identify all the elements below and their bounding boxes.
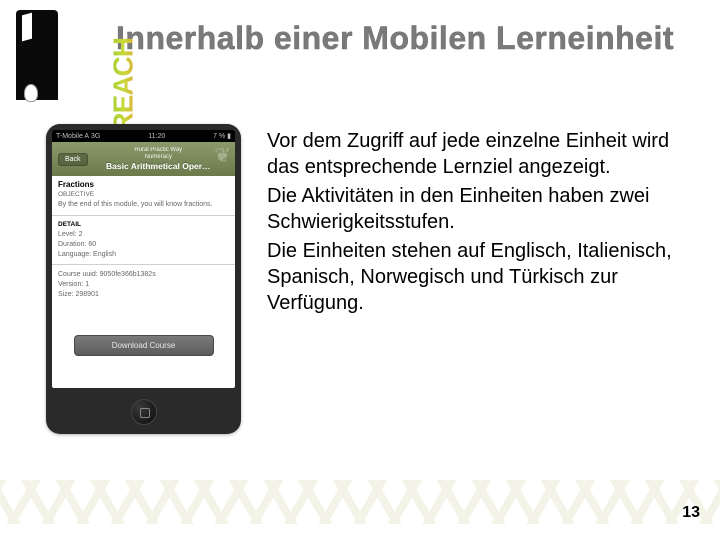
nav-subtitle-top: Rural Practic Way: [88, 147, 229, 154]
paragraph-2: Die Aktivitäten in den Einheiten haben z…: [267, 183, 686, 236]
course-version: Version: 1: [58, 280, 229, 289]
phone-screen: T-Mobile A 3G 11:20 7 % ▮ Back Rural Pra…: [52, 130, 235, 388]
logo-brand-text: REACH: [108, 38, 140, 133]
download-course-button[interactable]: Download Course: [74, 335, 214, 356]
section-fractions: Fractions OBJECTIVE By the end of this m…: [52, 176, 235, 216]
detail-level: Level: 2: [58, 230, 229, 239]
nav-title-block: Rural Practic Way Numeracy Basic Arithme…: [88, 147, 229, 172]
phone-mockup: T-Mobile A 3G 11:20 7 % ▮ Back Rural Pra…: [46, 124, 241, 434]
paragraph-3: Die Einheiten stehen auf Englisch, Itali…: [267, 238, 686, 317]
page-number: 13: [682, 504, 700, 522]
section-detail: DETAIL Level: 2 Duration: 60 Language: E…: [52, 216, 235, 266]
wheat-icon: ❦: [214, 146, 231, 166]
slide-title: Innerhalb einer Mobilen Lerneinheit: [110, 10, 674, 58]
detail-label: DETAIL: [58, 221, 229, 229]
reach-logo: REACH: [10, 10, 110, 110]
status-time: 11:20: [148, 133, 165, 140]
course-uuid: Course uuid: 9050fe366b1382s: [58, 270, 229, 279]
section-meta: Course uuid: 9050fe366b1382s Version: 1 …: [52, 265, 235, 304]
status-battery: 7 % ▮: [213, 132, 231, 140]
status-carrier: T-Mobile A 3G: [56, 133, 100, 140]
paragraph-1: Vor dem Zugriff auf jede einzelne Einhei…: [267, 128, 686, 181]
phone-nav-bar: Back Rural Practic Way Numeracy Basic Ar…: [52, 142, 235, 176]
fractions-heading: Fractions: [58, 180, 229, 189]
nav-title: Basic Arithmetical Oper…: [88, 161, 229, 171]
detail-duration: Duration: 60: [58, 240, 229, 249]
slide-header: REACH Innerhalb einer Mobilen Lerneinhei…: [0, 0, 720, 110]
objective-label: OBJECTIVE: [58, 191, 229, 199]
detail-language: Language: English: [58, 250, 229, 259]
status-bar: T-Mobile A 3G 11:20 7 % ▮: [52, 130, 235, 142]
back-button[interactable]: Back: [58, 153, 88, 166]
home-button[interactable]: [131, 399, 157, 425]
slide-body-text: Vor dem Zugriff auf jede einzelne Einhei…: [267, 124, 696, 434]
nav-subtitle-mid: Numeracy: [88, 154, 229, 161]
objective-text: By the end of this module, you will know…: [58, 200, 229, 209]
slide-content: T-Mobile A 3G 11:20 7 % ▮ Back Rural Pra…: [0, 110, 720, 434]
footer-decoration: [0, 480, 720, 524]
course-size: Size: 298901: [58, 290, 229, 299]
